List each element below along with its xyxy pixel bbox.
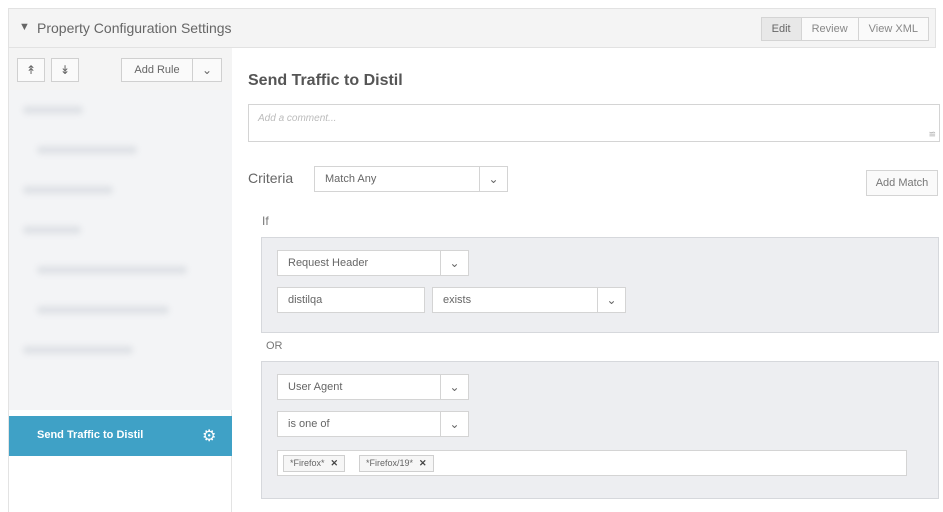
- header-name-input[interactable]: distilqa: [277, 287, 425, 313]
- match-operator-select-2[interactable]: is one of ⌄: [277, 411, 469, 437]
- double-chevron-up-icon: ↟: [25, 63, 37, 77]
- collapse-all-button[interactable]: ↟: [17, 58, 45, 82]
- criteria-label: Criteria: [248, 170, 294, 186]
- tag-chip: *Firefox* ✕: [283, 455, 346, 472]
- header-name-value: distilqa: [288, 294, 323, 306]
- mode-switcher: Edit Review View XML: [760, 17, 929, 41]
- chevron-down-icon: ⌄: [597, 288, 625, 312]
- tag-chip: *Firefox/19* ✕: [359, 455, 434, 472]
- user-agent-tag-input[interactable]: *Firefox* ✕ *Firefox/19* ✕: [277, 450, 907, 476]
- add-rule-button[interactable]: Add Rule: [121, 58, 193, 82]
- rules-toolbar: ↟ ↡ Add Rule ⌄: [9, 48, 232, 90]
- criteria-select[interactable]: Match Any ⌄: [314, 166, 508, 192]
- page-title: Property Configuration Settings: [37, 20, 232, 36]
- view-xml-mode-button[interactable]: View XML: [857, 17, 929, 41]
- tag-label: *Firefox/19*: [366, 458, 414, 468]
- gear-icon[interactable]: ⚙: [202, 426, 216, 446]
- resize-handle-icon[interactable]: ≌: [928, 129, 936, 140]
- tag-label: *Firefox*: [290, 458, 325, 468]
- add-rule-dropdown-button[interactable]: ⌄: [192, 58, 222, 82]
- settings-header: ▼ Property Configuration Settings Edit R…: [8, 8, 936, 48]
- rules-panel: ↟ ↡ Add Rule ⌄ Send Traffic to Distil ⚙: [8, 48, 232, 512]
- match-operator-select-1[interactable]: exists ⌄: [432, 287, 626, 313]
- rule-title: Send Traffic to Distil: [248, 72, 403, 89]
- chevron-down-icon: ⌄: [440, 375, 468, 399]
- chevron-down-icon: ⌄: [201, 63, 213, 77]
- match-operator-value-2: is one of: [288, 418, 330, 430]
- match-type-select-2[interactable]: User Agent ⌄: [277, 374, 469, 400]
- match-type-value-1: Request Header: [288, 257, 369, 269]
- chevron-down-icon[interactable]: ▼: [19, 21, 30, 33]
- expand-all-button[interactable]: ↡: [51, 58, 79, 82]
- match-type-value-2: User Agent: [288, 381, 343, 393]
- remove-tag-icon[interactable]: ✕: [419, 458, 427, 468]
- edit-mode-button[interactable]: Edit: [760, 17, 802, 41]
- review-mode-button[interactable]: Review: [800, 17, 859, 41]
- double-chevron-down-icon: ↡: [59, 63, 71, 77]
- comment-placeholder: Add a comment...: [258, 113, 337, 124]
- match-operator-value-1: exists: [443, 294, 472, 306]
- active-rule-label: Send Traffic to Distil: [37, 429, 144, 441]
- remove-tag-icon[interactable]: ✕: [331, 458, 339, 468]
- comment-textarea[interactable]: Add a comment... ≌: [248, 104, 940, 142]
- criteria-select-value: Match Any: [325, 173, 377, 185]
- if-label: If: [262, 214, 269, 228]
- chevron-down-icon: ⌄: [440, 412, 468, 436]
- add-match-button[interactable]: Add Match: [866, 170, 938, 196]
- obscured-rule-list: [9, 90, 232, 410]
- chevron-down-icon: ⌄: [440, 251, 468, 275]
- or-label: OR: [266, 340, 283, 352]
- chevron-down-icon: ⌄: [479, 167, 507, 191]
- active-rule-item[interactable]: Send Traffic to Distil ⚙: [9, 416, 232, 456]
- match-type-select-1[interactable]: Request Header ⌄: [277, 250, 469, 276]
